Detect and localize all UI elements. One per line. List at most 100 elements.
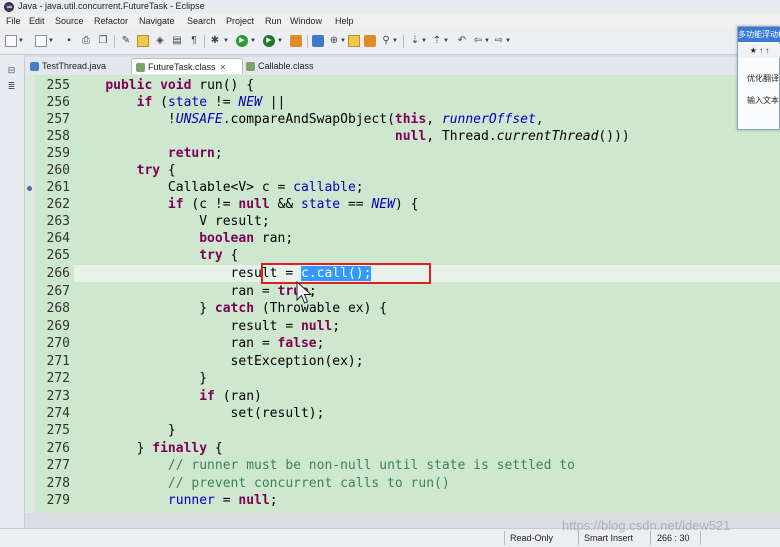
- panel-toolbar[interactable]: ★ ↑ ↑: [738, 44, 780, 58]
- code-line: }: [74, 371, 208, 386]
- line-number: 257: [46, 112, 70, 127]
- chevron-down-icon[interactable]: ▼: [48, 35, 54, 47]
- line-number: 263: [46, 214, 70, 229]
- next-annotation-icon[interactable]: ⇣: [409, 35, 421, 47]
- toggle-icon[interactable]: ◈: [154, 35, 166, 47]
- code-line: public void run() {: [105, 78, 255, 93]
- chevron-down-icon[interactable]: ▼: [277, 35, 283, 47]
- line-number: 256: [46, 95, 70, 110]
- menu-edit[interactable]: Edit: [29, 16, 45, 26]
- line-number: 274: [46, 406, 70, 421]
- menu-navigate[interactable]: Navigate: [139, 16, 175, 26]
- annotation-highlight-box: [261, 263, 431, 284]
- line-number: 269: [46, 319, 70, 334]
- window-title-bar: Java - java.util.concurrent.FutureTask -…: [0, 0, 780, 14]
- line-number: 279: [46, 493, 70, 508]
- code-line: ran = false;: [74, 336, 325, 351]
- panel-option-optimize[interactable]: 优化翻译: [747, 73, 779, 84]
- prev-annotation-icon[interactable]: ⇡: [431, 35, 443, 47]
- code-line: } finally {: [74, 441, 223, 456]
- ruler-strip: [25, 75, 35, 513]
- block-select-icon[interactable]: ▤: [171, 35, 183, 47]
- search-icon[interactable]: ⚲: [380, 35, 392, 47]
- code-line: // runner must be non-null until state i…: [167, 458, 575, 473]
- highlight-icon[interactable]: [137, 35, 149, 47]
- line-number: 276: [46, 441, 70, 456]
- run-icon[interactable]: ▶: [236, 35, 248, 47]
- line-number: 272: [46, 371, 70, 386]
- panel-option-input[interactable]: 输入文本: [747, 95, 779, 106]
- line-number-gutter: 255 256 257 258 259 260 261 262 263 264 …: [35, 75, 74, 513]
- new-java-project-icon[interactable]: [312, 35, 324, 47]
- menu-bar: File Edit Source Refactor Navigate Searc…: [0, 14, 780, 29]
- code-line: if (state != NEW ||: [136, 95, 286, 110]
- menu-refactor[interactable]: Refactor: [94, 16, 128, 26]
- open-task-icon[interactable]: [364, 35, 376, 47]
- chevron-down-icon[interactable]: ▼: [505, 35, 511, 47]
- chevron-down-icon[interactable]: ▼: [443, 35, 449, 47]
- code-line: return;: [167, 146, 223, 161]
- code-line: result = null;: [74, 319, 341, 334]
- debug-icon[interactable]: ✱: [209, 35, 221, 47]
- close-icon[interactable]: ✕: [220, 63, 227, 72]
- line-number: 278: [46, 476, 70, 491]
- line-number: 260: [46, 163, 70, 178]
- menu-window[interactable]: Window: [290, 16, 322, 26]
- external-tools-icon[interactable]: [290, 35, 302, 47]
- java-file-icon: [30, 62, 39, 72]
- print-icon[interactable]: ⎙: [80, 35, 92, 47]
- code-line: null, Thread.currentThread())): [394, 129, 630, 144]
- chevron-down-icon[interactable]: ▼: [250, 35, 256, 47]
- chevron-down-icon[interactable]: ▼: [18, 35, 24, 47]
- line-number: 258: [46, 129, 70, 144]
- eclipse-logo-icon: [4, 2, 14, 12]
- code-line: Callable<V> c = callable;: [74, 180, 364, 195]
- chevron-down-icon[interactable]: ▼: [421, 35, 427, 47]
- code-line: try {: [199, 248, 239, 263]
- line-number: 275: [46, 423, 70, 438]
- code-editor[interactable]: 255 256 257 258 259 260 261 262 263 264 …: [25, 75, 780, 513]
- code-line: setException(ex);: [74, 354, 364, 369]
- back-icon[interactable]: ⇦: [472, 35, 484, 47]
- line-number: 255: [46, 78, 70, 93]
- copy-icon[interactable]: ❐: [97, 35, 109, 47]
- forward-icon[interactable]: ⇨: [493, 35, 505, 47]
- open-icon[interactable]: [35, 35, 47, 47]
- chevron-down-icon[interactable]: ▼: [340, 35, 346, 47]
- menu-search[interactable]: Search: [187, 16, 216, 26]
- outline-icon[interactable]: ≣: [6, 81, 17, 92]
- watermark-text: https://blog.csdn.net/ldew521: [562, 518, 731, 533]
- tab-testthread[interactable]: TestThread.java: [30, 58, 130, 74]
- code-line: } catch (Throwable ex) {: [74, 301, 388, 316]
- toggle-mark-icon[interactable]: ✎: [120, 35, 132, 47]
- chevron-down-icon[interactable]: ▼: [484, 35, 490, 47]
- menu-run[interactable]: Run: [265, 16, 282, 26]
- chevron-down-icon[interactable]: ▼: [223, 35, 229, 47]
- menu-project[interactable]: Project: [226, 16, 254, 26]
- line-number: 266: [46, 266, 70, 281]
- whitespace-icon[interactable]: ¶: [188, 35, 200, 47]
- package-explorer-icon[interactable]: ⊟: [6, 65, 17, 76]
- tab-callable[interactable]: Callable.class: [246, 58, 336, 74]
- code-line: if (ran): [199, 389, 262, 404]
- line-number: 264: [46, 231, 70, 246]
- new-package-icon[interactable]: ⊕: [328, 35, 340, 47]
- editor-tab-bar: TestThread.java FutureTask.class ✕ Callab…: [25, 57, 740, 75]
- last-edit-icon[interactable]: ↶: [456, 35, 468, 47]
- save-icon[interactable]: ▪: [63, 35, 75, 47]
- menu-source[interactable]: Source: [55, 16, 84, 26]
- chevron-down-icon[interactable]: ▼: [392, 35, 398, 47]
- menu-file[interactable]: File: [6, 16, 21, 26]
- code-line: !UNSAFE.compareAndSwapObject(this, runne…: [74, 112, 544, 127]
- line-number: 262: [46, 197, 70, 212]
- line-number: 273: [46, 389, 70, 404]
- floating-translate-panel[interactable]: 多功能浮动框 ★ ↑ ↑ 优化翻译 输入文本: [737, 26, 780, 130]
- menu-help[interactable]: Help: [335, 16, 354, 26]
- open-type-icon[interactable]: [348, 35, 360, 47]
- coverage-icon[interactable]: ▶: [263, 35, 275, 47]
- tab-futuretask[interactable]: FutureTask.class ✕: [131, 58, 243, 74]
- minimized-views-strip: ⊟ ≣: [0, 55, 25, 546]
- status-cursor-position: 266 : 30: [657, 533, 690, 543]
- new-icon[interactable]: [5, 35, 17, 47]
- override-marker-icon: [27, 186, 32, 191]
